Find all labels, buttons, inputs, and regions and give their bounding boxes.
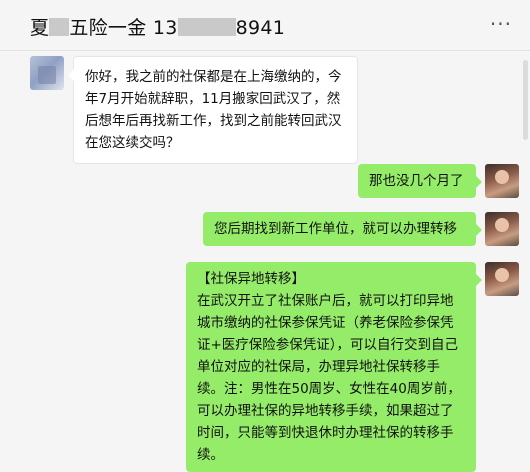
scrollbar[interactable]: [523, 60, 528, 140]
my-avatar[interactable]: [485, 212, 519, 246]
chat-title-middle: 五险一金 13: [69, 17, 178, 39]
message-bubble-sent[interactable]: 那也没几个月了: [358, 164, 482, 198]
message-line: 可以办理社保的异地转移手续，如果超过了: [197, 403, 454, 419]
more-options-button[interactable]: ···: [490, 12, 512, 36]
my-avatar[interactable]: [485, 262, 519, 296]
redaction-mask: [177, 18, 236, 36]
message-line: 证+医疗保险参保凭证），可以自行交到自己: [197, 337, 459, 353]
message-bubble-received[interactable]: 你好，我之前的社保都是在上海缴纳的，今 年7月开始就辞职，11月搬家回武汉了，然…: [68, 56, 358, 164]
message-line: 你好，我之前的社保都是在上海缴纳的，今: [85, 69, 342, 85]
chat-title: 夏五险一金 13 8941: [30, 13, 285, 40]
chat-title-suffix: 8941: [235, 17, 286, 39]
message-line: 年7月开始就辞职，11月搬家回武汉了，然: [85, 91, 341, 107]
redaction-mask: [49, 18, 70, 36]
message-line: 续。: [197, 447, 224, 463]
message-line: 续。注：男性在50周岁、女性在40周岁前，: [197, 381, 461, 397]
message-line: 单位对应的社保局，办理异地社保转移手: [197, 359, 440, 375]
message-line: 在武汉开立了社保账户后，就可以打印异地: [197, 293, 454, 309]
message-line: 时间，只能等到快退休时办理社保的转移手: [197, 425, 454, 441]
message-line: 城市缴纳的社保参保凭证（养老保险参保凭: [197, 315, 454, 331]
message-line: 您后期找到新工作单位，就可以办理转移: [214, 221, 457, 237]
chat-title-prefix: 夏: [30, 17, 50, 39]
message-bubble-sent[interactable]: 【社保异地转移】 在武汉开立了社保账户后，就可以打印异地 城市缴纳的社保参保凭证…: [186, 262, 482, 472]
message-bubble-sent[interactable]: 您后期找到新工作单位，就可以办理转移: [203, 212, 482, 246]
message-line: 在您这续交吗？: [85, 135, 180, 151]
chat-header: 夏五险一金 13 8941 ···: [0, 0, 530, 51]
my-avatar[interactable]: [485, 164, 519, 198]
message-line: 后想年后再找新工作，找到之前能转回武汉: [85, 113, 342, 129]
contact-avatar[interactable]: [30, 56, 64, 90]
message-line: 那也没几个月了: [369, 173, 464, 189]
message-line: 【社保异地转移】: [197, 271, 305, 287]
